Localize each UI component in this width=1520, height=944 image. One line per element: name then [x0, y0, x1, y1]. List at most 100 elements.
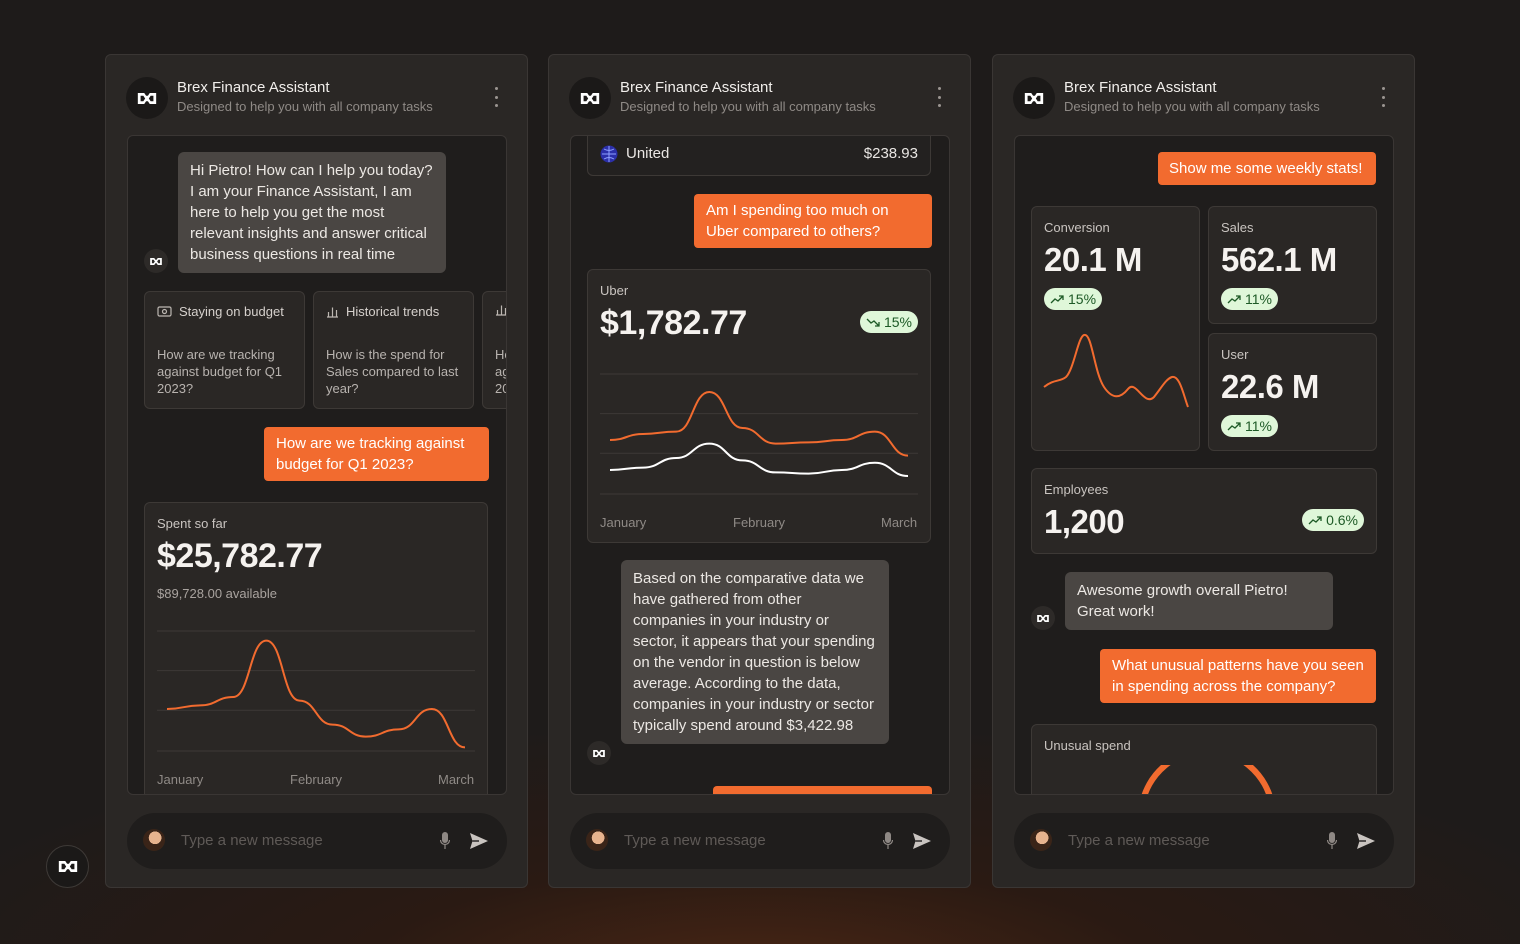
- assistant-subtitle: Designed to help you with all company ta…: [1064, 99, 1320, 114]
- uber-comparison-chart: [600, 373, 918, 495]
- send-icon[interactable]: [469, 831, 489, 851]
- chat-thread[interactable]: United $238.93 Am I spending too much on…: [570, 135, 950, 795]
- stat-value: 562.1 M: [1221, 241, 1337, 278]
- available-amount: $89,728.00 available: [157, 586, 277, 601]
- assistant-title: Brex Finance Assistant: [620, 79, 773, 96]
- axis-label-february: February: [290, 772, 343, 787]
- brex-logo-icon: [1013, 77, 1055, 119]
- stat-card-user: User 22.6 M 11%: [1208, 333, 1377, 451]
- axis-label-january: January: [157, 772, 204, 787]
- microphone-icon[interactable]: [1327, 832, 1337, 850]
- assistant-title: Brex Finance Assistant: [1064, 79, 1217, 96]
- axis-label-january: January: [600, 515, 647, 530]
- assistant-title: Brex Finance Assistant: [177, 79, 330, 96]
- user-message-partial: [713, 786, 932, 794]
- bot-avatar-icon: [587, 741, 611, 765]
- message-input-bar: Type a new message: [127, 813, 507, 869]
- suggestion-title: Staying on budget: [179, 304, 284, 319]
- chart-series-line-0: [609, 390, 909, 457]
- spend-line-chart: [157, 630, 475, 752]
- chat-panel-budget: Brex Finance Assistant Designed to help …: [105, 54, 528, 888]
- chat-panel-stats: Brex Finance Assistant Designed to help …: [992, 54, 1415, 888]
- chat-thread[interactable]: Show me some weekly stats! Conversion 20…: [1014, 135, 1394, 795]
- more-options-icon[interactable]: [493, 87, 499, 107]
- trend-up-badge: 0.6%: [1302, 509, 1364, 531]
- stat-card-sales: Sales 562.1 M 11%: [1208, 206, 1377, 324]
- unusual-spend-gauge: [1141, 765, 1273, 794]
- stat-card-employees: Employees 1,200 0.6%: [1031, 468, 1377, 554]
- unusual-spend-card: Unusual spend: [1031, 724, 1377, 794]
- stat-value: 1,200: [1044, 503, 1125, 540]
- user-message: How are we tracking against budget for Q…: [264, 427, 489, 481]
- user-message: Am I spending too much on Uber compared …: [694, 194, 932, 248]
- suggestion-card-trends[interactable]: Historical trends How is the spend for S…: [313, 291, 474, 409]
- trend-up-badge: 15%: [1044, 288, 1103, 310]
- vendor-amount: $238.93: [863, 145, 918, 162]
- send-icon[interactable]: [1356, 831, 1376, 851]
- axis-label-february: February: [733, 515, 786, 530]
- chart-series-line-0: [166, 639, 466, 749]
- suggestion-title: He: [495, 347, 506, 362]
- assistant-subtitle: Designed to help you with all company ta…: [177, 99, 433, 114]
- more-options-icon[interactable]: [1380, 87, 1386, 107]
- assistant-header: Brex Finance Assistant Designed to help …: [1013, 77, 1394, 121]
- trend-down-icon: [866, 318, 880, 327]
- bot-avatar-icon: [144, 249, 168, 273]
- message-input-bar: Type a new message: [570, 813, 950, 869]
- send-icon[interactable]: [912, 831, 932, 851]
- message-input[interactable]: Type a new message: [624, 832, 766, 849]
- spend-card: Spent so far $25,782.77 $89,728.00 avail…: [144, 502, 488, 794]
- conversion-sparkline: [1043, 334, 1189, 408]
- bot-comparison-message: Based on the comparative data we have ga…: [621, 560, 889, 744]
- suggestion-body: ag 20: [495, 364, 506, 396]
- assistant-header: Brex Finance Assistant Designed to help …: [569, 77, 950, 121]
- spend-label: Spent so far: [157, 516, 228, 531]
- user-avatar: [143, 829, 165, 851]
- bot-praise-message: Awesome growth overall Pietro! Great wor…: [1065, 572, 1333, 630]
- uber-label: Uber: [600, 283, 629, 298]
- user-avatar: [1030, 829, 1052, 851]
- microphone-icon[interactable]: [440, 832, 450, 850]
- chart-series-line-1: [609, 442, 909, 477]
- vendor-name: United: [626, 145, 670, 162]
- stat-value: 22.6 M: [1221, 368, 1319, 405]
- unusual-spend-label: Unusual spend: [1044, 738, 1131, 753]
- stat-label: Sales: [1221, 220, 1254, 235]
- suggestion-card-budget[interactable]: Staying on budget How are we tracking ag…: [144, 291, 305, 409]
- suggestion-card-partial[interactable]: He ag 20: [482, 291, 506, 409]
- microphone-icon[interactable]: [883, 832, 893, 850]
- assistant-header: Brex Finance Assistant Designed to help …: [126, 77, 507, 121]
- bar-chart-icon: [496, 305, 506, 316]
- user-avatar: [586, 829, 608, 851]
- vendor-row[interactable]: United $238.93: [587, 136, 931, 176]
- more-options-icon[interactable]: [936, 87, 942, 107]
- bot-avatar-icon: [1031, 606, 1055, 630]
- user-message: What unusual patterns have you seen in s…: [1100, 649, 1376, 703]
- brex-launcher-button[interactable]: [46, 845, 89, 888]
- uber-amount: $1,782.77: [600, 304, 747, 342]
- suggestion-body: How are we tracking against budget for Q…: [157, 347, 283, 396]
- message-input[interactable]: Type a new message: [181, 832, 323, 849]
- trend-down-badge: 15%: [859, 311, 918, 333]
- trend-up-badge: 11%: [1221, 288, 1278, 310]
- trend-up-icon: [1227, 295, 1241, 304]
- axis-label-march: March: [438, 772, 475, 787]
- trend-up-icon: [1050, 295, 1064, 304]
- brex-logo-icon: [569, 77, 611, 119]
- bot-greeting-message: Hi Pietro! How can I help you today? I a…: [178, 152, 446, 273]
- stat-value: 20.1 M: [1044, 241, 1142, 278]
- axis-label-march: March: [881, 515, 918, 530]
- trend-up-icon: [1227, 422, 1241, 431]
- trend-up-icon: [1308, 516, 1322, 525]
- money-icon: [157, 306, 172, 317]
- suggestion-title: Historical trends: [346, 304, 440, 319]
- stat-card-conversion: Conversion 20.1 M 15%: [1031, 206, 1200, 451]
- message-input-bar: Type a new message: [1014, 813, 1394, 869]
- chat-thread[interactable]: Hi Pietro! How can I help you today? I a…: [127, 135, 507, 795]
- spend-amount: $25,782.77: [157, 537, 323, 575]
- stat-label: Conversion: [1044, 220, 1110, 235]
- trend-up-badge: 11%: [1221, 415, 1278, 437]
- suggestion-body: How is the spend for Sales compared to l…: [326, 347, 459, 396]
- brex-logo-icon: [57, 858, 79, 875]
- message-input[interactable]: Type a new message: [1068, 832, 1210, 849]
